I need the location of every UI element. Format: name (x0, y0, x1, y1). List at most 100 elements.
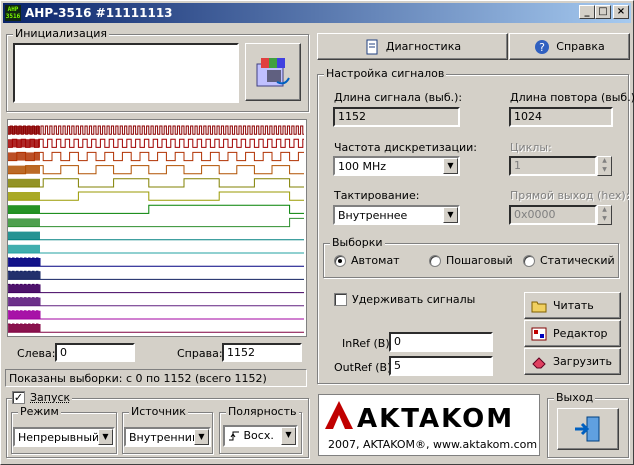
rate-select[interactable]: 100 MHz ▼ (333, 156, 460, 176)
signal-channel-4 (8, 178, 304, 188)
left-label: Слева: (17, 347, 56, 360)
signal-channel-lead-7 (8, 218, 40, 227)
signal-channel-lead-3 (8, 165, 40, 174)
signal-plot[interactable] (7, 119, 307, 337)
chevron-down-icon: ▼ (194, 429, 209, 445)
chevron-down-icon: ▼ (98, 429, 113, 445)
svg-text:?: ? (539, 41, 545, 54)
brand-name: AKTAKOM (357, 404, 514, 434)
hold-checkbox[interactable]: Удерживать сигналы (334, 293, 475, 306)
init-text-area[interactable] (13, 43, 239, 103)
signal-channel-5 (8, 191, 304, 201)
polarity-select[interactable]: Восх. ▼ (223, 425, 298, 447)
polarity-value: Восх. (243, 429, 274, 442)
rising-edge-icon (229, 431, 239, 441)
installer-icon (256, 58, 290, 87)
chevron-down-icon: ▼ (443, 158, 458, 174)
chevron-down-icon: ▼ (281, 427, 296, 445)
signal-channel-14 (8, 310, 304, 320)
folder-open-icon (531, 301, 547, 312)
maximize-button[interactable]: □ (595, 5, 611, 19)
repeat-label: Длина повтора (выб.): (510, 91, 634, 104)
read-label: Читать (553, 299, 594, 312)
clock-value: Внутреннее (338, 209, 408, 222)
editor-label: Редактор (553, 327, 608, 340)
length-field: 1152 (333, 107, 460, 127)
mode-select[interactable]: Непрерывный ▼ (13, 427, 115, 447)
mode-value: Непрерывный (18, 431, 100, 444)
signal-channel-lead-6 (8, 205, 40, 214)
app-icon: АНР 3516 (5, 5, 21, 21)
signal-settings-label: Настройка сигналов (324, 67, 447, 80)
help-icon: ? (535, 39, 550, 54)
signal-channel-6 (8, 204, 304, 214)
cycles-spinner: ▲ ▼ (597, 156, 612, 176)
signal-channel-lead-9 (8, 244, 40, 253)
help-button[interactable]: ? Справка (509, 33, 630, 60)
init-group: Инициализация (6, 27, 309, 112)
help-label: Справка (556, 40, 605, 53)
exit-label: Выход (554, 391, 596, 404)
signal-channel-10 (8, 257, 304, 267)
signal-channel-lead-0 (8, 126, 40, 135)
signal-channel-lead-4 (8, 178, 40, 187)
diagnostics-label: Диагностика (385, 40, 462, 53)
signal-channel-lead-15 (8, 324, 40, 333)
source-label: Источник (129, 405, 188, 418)
radio-static[interactable]: Статический (523, 254, 615, 267)
signal-channel-lead-5 (8, 192, 40, 201)
check-icon: ✓ (12, 391, 25, 404)
radio-step[interactable]: Пошаговый (429, 254, 513, 267)
load-button[interactable]: Загрузить (524, 348, 621, 375)
polarity-label: Полярность (226, 405, 299, 418)
eraser-icon (532, 356, 546, 368)
signal-channel-11 (8, 270, 304, 280)
launch-label: Запуск (30, 391, 71, 404)
clock-label: Тактирование: (334, 189, 420, 202)
signal-channel-lead-14 (8, 310, 40, 319)
aktakom-logo: AKTAKOM (325, 401, 514, 434)
signal-channel-0 (8, 125, 304, 135)
signal-channel-2 (8, 151, 304, 162)
launch-checkbox[interactable]: ✓ Запуск (12, 391, 73, 404)
hold-label: Удерживать сигналы (352, 293, 476, 306)
direct-field: 0x0000 (509, 205, 597, 225)
rate-label: Частота дискретизации: (334, 141, 477, 154)
rate-value: 100 MHz (338, 160, 387, 173)
signal-channel-lead-10 (8, 258, 40, 267)
left-input[interactable]: 0 (55, 343, 135, 362)
app-window: АНР 3516 АНР-3516 #11111113 _ □ × Инициа… (0, 0, 634, 465)
signal-channel-12 (8, 283, 304, 294)
minimize-button[interactable]: _ (579, 5, 595, 19)
inref-input[interactable]: 0 (389, 332, 493, 352)
brand-panel: AKTAKOM 2007, AKTAKOM®, www.aktakom.com (318, 394, 540, 456)
chevron-down-icon: ▼ (443, 207, 458, 223)
samples-label: Выборки (330, 236, 385, 249)
title-bar[interactable]: АНР 3516 АНР-3516 #11111113 _ □ × (3, 3, 631, 23)
editor-button[interactable]: Редактор (524, 320, 621, 347)
signal-channel-lead-11 (8, 271, 40, 280)
source-value: Внутренний (129, 431, 200, 444)
window-title: АНР-3516 #11111113 (25, 6, 173, 20)
diagnostics-button[interactable]: Диагностика (317, 33, 508, 60)
close-button[interactable]: × (613, 5, 629, 19)
signal-channel-lead-12 (8, 284, 40, 293)
radio-auto[interactable]: Автомат (334, 254, 400, 267)
signal-channel-1 (8, 138, 304, 148)
exit-button[interactable] (557, 408, 619, 450)
init-run-button[interactable] (245, 43, 301, 101)
outref-input[interactable]: 5 (389, 356, 493, 376)
signal-channel-lead-2 (8, 152, 40, 161)
outref-label: OutRef (B) (334, 361, 392, 374)
right-input[interactable]: 1152 (222, 343, 302, 362)
inref-label: InRef (B) (342, 337, 390, 350)
cycles-label: Циклы: (510, 141, 552, 154)
signal-channel-13 (8, 297, 304, 307)
source-select[interactable]: Внутренний ▼ (124, 427, 211, 447)
right-label: Справа: (177, 347, 223, 360)
read-button[interactable]: Читать (524, 292, 621, 319)
signal-channel-lead-8 (8, 231, 40, 240)
editor-icon (531, 327, 547, 340)
cycles-field: 1 (509, 156, 597, 176)
clock-select[interactable]: Внутреннее ▼ (333, 205, 460, 225)
